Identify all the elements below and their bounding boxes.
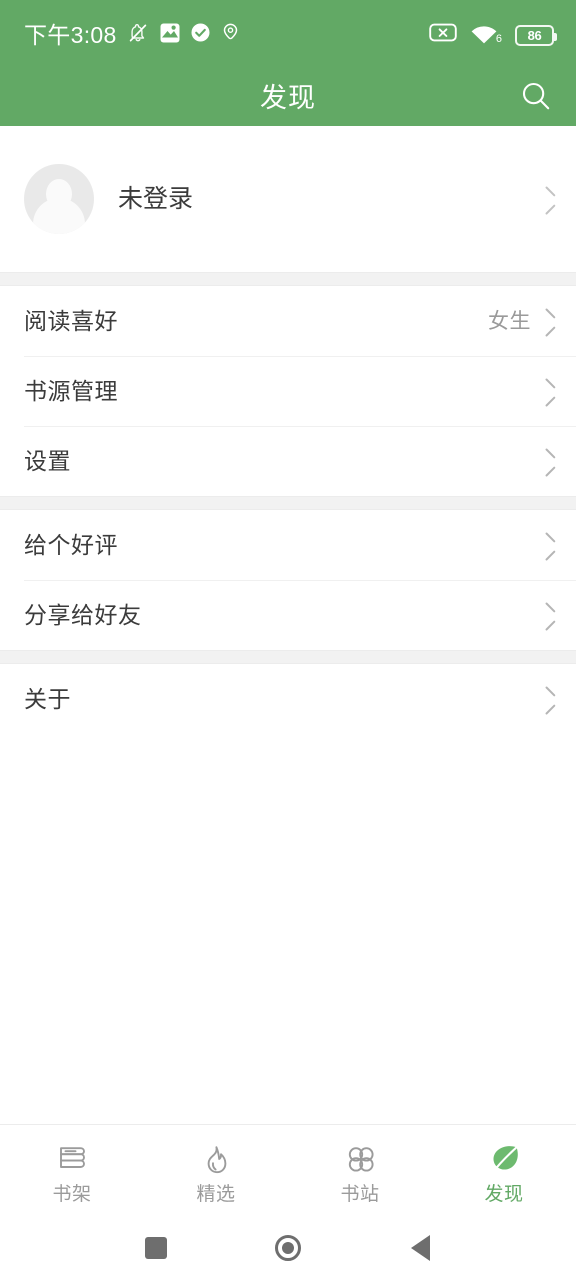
- chevron-right-icon: [543, 312, 554, 331]
- settings-group-1: 阅读喜好 女生 书源管理 设置: [0, 286, 576, 496]
- square-icon: [145, 1237, 167, 1259]
- row-reading-preference[interactable]: 阅读喜好 女生: [0, 286, 576, 356]
- tab-bookshelf[interactable]: 书架: [0, 1125, 144, 1216]
- nav-back-button[interactable]: [392, 1220, 448, 1276]
- row-share-with-friends[interactable]: 分享给好友: [0, 580, 576, 650]
- bottom-tab-bar: 书架 精选 书站 发现: [0, 1124, 576, 1216]
- no-sim-icon: [429, 22, 457, 48]
- profile-name: 未登录: [118, 184, 194, 213]
- tab-featured[interactable]: 精选: [144, 1125, 288, 1216]
- row-label: 分享给好友: [24, 601, 142, 628]
- tab-label: 书架: [52, 1183, 92, 1205]
- row-label: 给个好评: [24, 531, 118, 558]
- nav-recents-button[interactable]: [128, 1220, 184, 1276]
- location-pin-icon: [220, 22, 241, 48]
- status-bar-left: 下午3:08: [24, 21, 241, 50]
- battery-icon: 86: [515, 24, 557, 46]
- row-value: 女生: [488, 309, 531, 333]
- wifi-icon: 6: [470, 24, 502, 46]
- chevron-right-icon: [543, 190, 554, 209]
- check-circle-icon: [190, 22, 211, 48]
- chevron-right-icon: [543, 536, 554, 555]
- flame-icon: [201, 1142, 231, 1178]
- tab-label: 精选: [196, 1183, 236, 1205]
- circle-icon: [275, 1235, 301, 1261]
- profile-card: 未登录: [0, 126, 576, 272]
- section-divider: [0, 272, 576, 286]
- row-label: 设置: [24, 447, 71, 474]
- wifi-generation-label: 6: [495, 33, 502, 45]
- chevron-right-icon: [543, 382, 554, 401]
- settings-group-2: 给个好评 分享给好友: [0, 510, 576, 650]
- tab-bookstore[interactable]: 书站: [288, 1125, 432, 1216]
- android-nav-bar: [0, 1216, 576, 1280]
- bookshelf-icon: [56, 1142, 89, 1178]
- search-icon: [519, 79, 553, 118]
- app-sync-icon: [159, 22, 181, 49]
- nav-home-button[interactable]: [260, 1220, 316, 1276]
- status-bar-right: 6 86: [429, 22, 557, 48]
- row-settings[interactable]: 设置: [0, 426, 576, 496]
- search-button[interactable]: [512, 74, 560, 122]
- row-label: 阅读喜好: [24, 307, 118, 334]
- empty-space: [0, 734, 576, 1124]
- row-book-source-management[interactable]: 书源管理: [0, 356, 576, 426]
- battery-level-label: 86: [527, 27, 542, 43]
- leaf-icon: [488, 1142, 521, 1178]
- four-circles-icon: [344, 1142, 377, 1178]
- default-avatar-icon: [24, 164, 94, 234]
- page-title: 发现: [260, 82, 316, 113]
- section-divider: [0, 650, 576, 664]
- tab-label: 发现: [484, 1183, 524, 1205]
- status-bar: 下午3:08 6 86: [0, 0, 576, 70]
- mute-bell-icon: [126, 21, 150, 50]
- tab-discover[interactable]: 发现: [432, 1125, 576, 1216]
- settings-list: 未登录 阅读喜好 女生 书源管理 设置 给个好评 分享给好友 关于: [0, 126, 576, 1124]
- row-rate-app[interactable]: 给个好评: [0, 510, 576, 580]
- status-clock: 下午3:08: [24, 21, 117, 48]
- profile-row[interactable]: 未登录: [0, 126, 576, 272]
- app-screen: 下午3:08 6 86 发现 未登录 阅读喜好 女生 书源管理 设置 给个好评 …: [0, 0, 576, 1280]
- triangle-left-icon: [410, 1235, 430, 1261]
- row-label: 关于: [24, 685, 71, 712]
- row-about[interactable]: 关于: [0, 664, 576, 734]
- chevron-right-icon: [543, 690, 554, 709]
- row-label: 书源管理: [24, 377, 118, 404]
- chevron-right-icon: [543, 452, 554, 471]
- tab-label: 书站: [340, 1183, 380, 1205]
- section-divider: [0, 496, 576, 510]
- chevron-right-icon: [543, 606, 554, 625]
- app-bar: 发现: [0, 70, 576, 126]
- settings-group-3: 关于: [0, 664, 576, 734]
